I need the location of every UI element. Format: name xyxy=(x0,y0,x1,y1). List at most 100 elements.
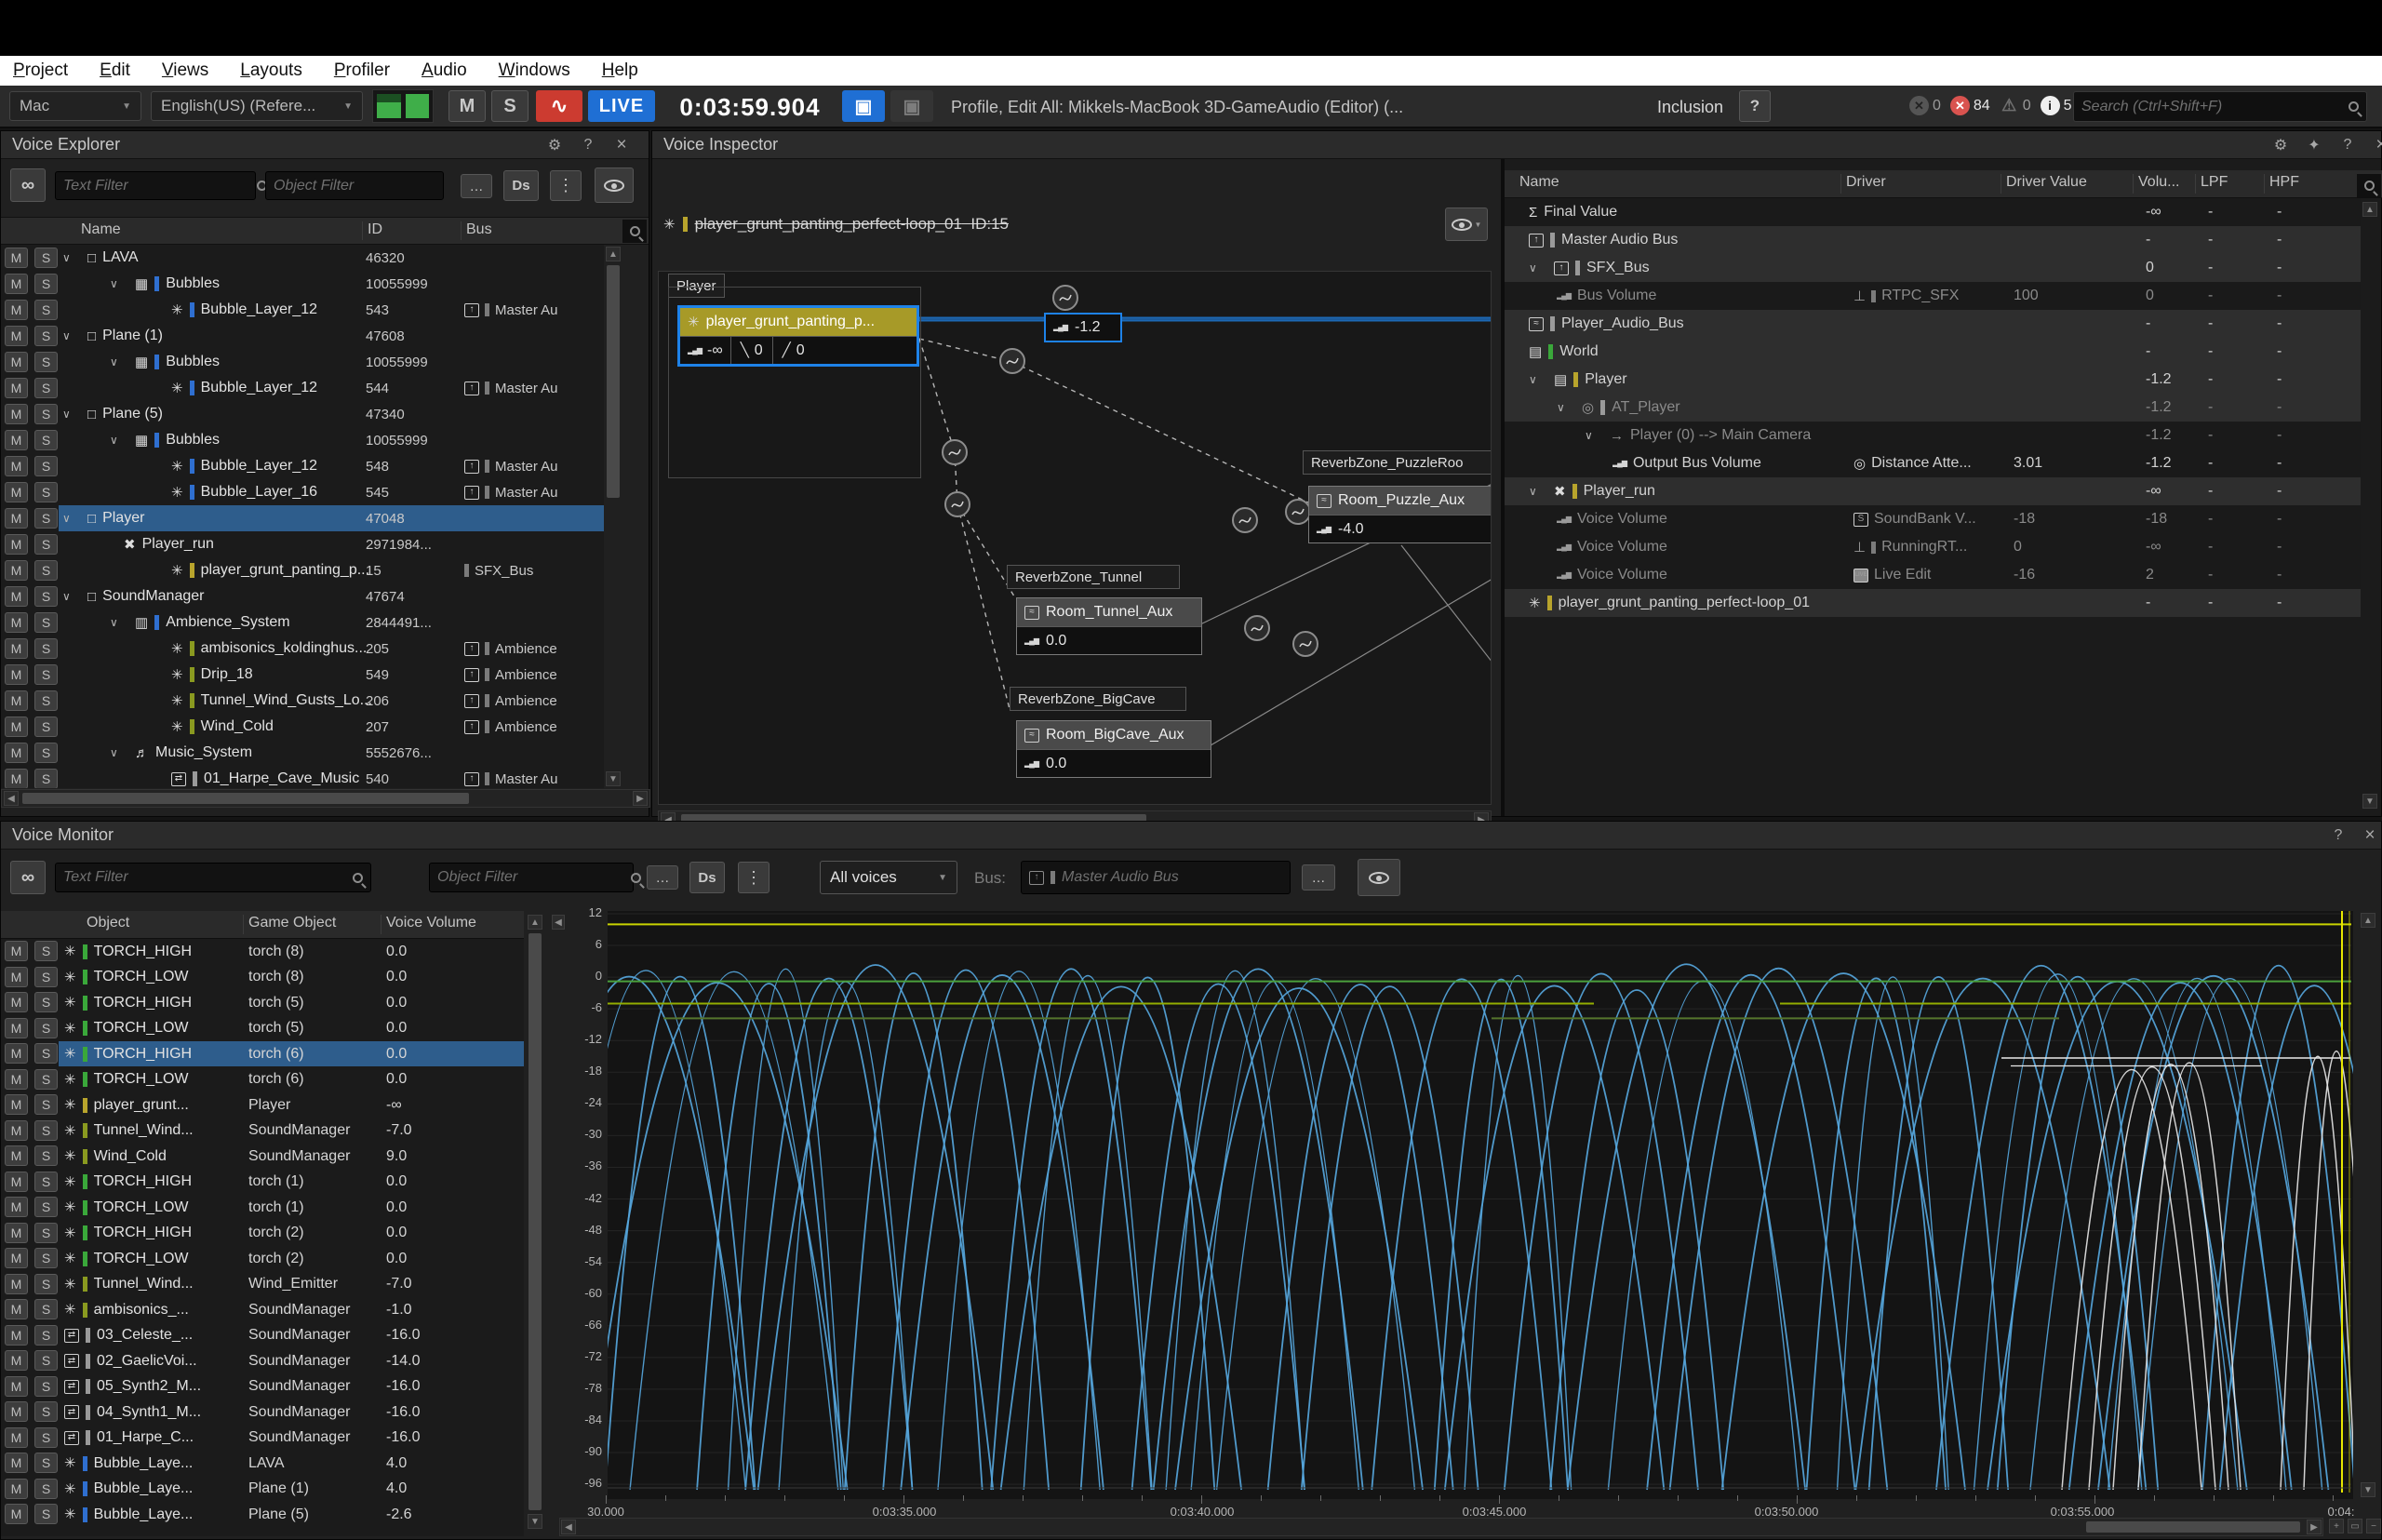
tree-row[interactable]: MS∨□Plane (5)47340 xyxy=(1,401,604,427)
scroll-down-icon[interactable]: ▼ xyxy=(2361,1482,2375,1497)
solo-button[interactable]: S xyxy=(34,1197,58,1217)
solo-button[interactable]: S xyxy=(34,456,58,476)
mute-button[interactable]: M xyxy=(5,1453,28,1473)
solo-button[interactable]: S xyxy=(34,1299,58,1319)
close-icon[interactable]: × xyxy=(2357,824,2382,847)
tree-row[interactable]: MS✳Tunnel_Wind_Gusts_Lo...206↑Ambience xyxy=(1,688,604,714)
scroll-left-icon[interactable]: ◀ xyxy=(4,791,19,806)
solo-button[interactable]: S xyxy=(34,690,58,711)
mute-button[interactable]: M xyxy=(5,1401,28,1422)
solo-button[interactable]: S xyxy=(34,1453,58,1473)
mute-button[interactable]: M xyxy=(5,1094,28,1115)
voice-row[interactable]: MS✳Bubble_Laye...Plane (5)-2.6 xyxy=(1,1502,524,1527)
chevron-down-icon[interactable]: ∨ xyxy=(1529,261,1547,275)
contribution-row[interactable]: ΣFinal Value-∞-- xyxy=(1505,198,2361,226)
master-mute-button[interactable]: M xyxy=(448,90,486,122)
contribution-row[interactable]: ∨↑SFX_Bus0-- xyxy=(1505,254,2361,282)
mute-button[interactable]: M xyxy=(5,612,28,633)
solo-button[interactable]: S xyxy=(34,1479,58,1499)
object-filter-box[interactable] xyxy=(429,863,634,892)
voice-graph-canvas[interactable]: Player✳player_grunt_panting_p...▂▄▆-∞╲0╱… xyxy=(658,271,1492,805)
voice-row[interactable]: MS⇄04_Synth1_M...SoundManager-16.0 xyxy=(1,1399,524,1425)
mute-button[interactable]: M xyxy=(5,1350,28,1371)
mute-button[interactable]: M xyxy=(5,1427,28,1448)
voice-row[interactable]: MS✳TORCH_HIGHtorch (6)0.0 xyxy=(1,1041,524,1066)
column-search-icon[interactable] xyxy=(2357,174,2381,197)
solo-button[interactable]: S xyxy=(34,1504,58,1524)
mute-button[interactable]: M xyxy=(5,1043,28,1064)
scroll-down-icon[interactable]: ▼ xyxy=(528,1514,542,1529)
mute-button[interactable]: M xyxy=(5,1274,28,1294)
tree-row[interactable]: MS✖Player_run2971984... xyxy=(1,531,604,557)
solo-button[interactable]: S xyxy=(34,1094,58,1115)
language-dropdown[interactable]: English(US) (Refere... ▼ xyxy=(151,91,363,121)
contribution-row[interactable]: ∨◎AT_Player-1.2-- xyxy=(1505,394,2361,422)
menu-item-views[interactable]: Views xyxy=(162,60,208,81)
solo-button[interactable]: S xyxy=(34,586,58,607)
voice-row[interactable]: MS✳ambisonics_...SoundManager-1.0 xyxy=(1,1297,524,1322)
more-options-button[interactable]: … xyxy=(461,174,492,198)
solo-button[interactable]: S xyxy=(34,1018,58,1038)
chevron-down-icon[interactable]: ∨ xyxy=(62,329,81,342)
scroll-right-icon[interactable]: ▶ xyxy=(633,791,648,806)
column-game-object[interactable]: Game Object xyxy=(248,915,336,931)
solo-button[interactable]: S xyxy=(34,992,58,1012)
kebab-menu-icon[interactable]: ⋮ xyxy=(550,170,582,201)
text-filter-box[interactable] xyxy=(55,863,371,892)
tree-row[interactable]: MS∨▥Ambience_System2844491... xyxy=(1,609,604,636)
solo-button[interactable]: S xyxy=(34,1350,58,1371)
menu-item-help[interactable]: Help xyxy=(602,60,638,81)
contribution-row[interactable]: ▤World--- xyxy=(1505,338,2361,366)
contribution-row[interactable]: ∨→Player (0) --> Main Camera-1.2-- xyxy=(1505,422,2361,449)
solo-button[interactable]: S xyxy=(34,1172,58,1192)
chevron-down-icon[interactable]: ∨ xyxy=(1557,401,1575,414)
mute-button[interactable]: M xyxy=(5,1504,28,1524)
mute-button[interactable]: M xyxy=(5,378,28,398)
link-icon[interactable]: ∞ xyxy=(10,168,46,202)
object-filter-input[interactable] xyxy=(274,178,467,194)
solo-button[interactable]: S xyxy=(34,1223,58,1243)
tree-row[interactable]: MS∨▦Bubbles10055999 xyxy=(1,271,604,297)
column-hpf[interactable]: HPF xyxy=(2269,174,2299,191)
mute-button[interactable]: M xyxy=(5,274,28,294)
menu-item-project[interactable]: Project xyxy=(13,60,68,81)
tree-row[interactable]: MS✳ambisonics_koldinghus...205↑Ambience xyxy=(1,636,604,662)
help-icon[interactable]: ? xyxy=(2325,824,2351,847)
eye-filter-button[interactable] xyxy=(1358,859,1400,896)
text-filter-input[interactable] xyxy=(63,869,353,886)
solo-button[interactable]: S xyxy=(34,274,58,294)
mute-button[interactable]: M xyxy=(5,769,28,788)
contribution-row[interactable]: ▂▄▆Bus Volume⊥RTPC_SFX1000-- xyxy=(1505,282,2361,310)
scroll-up-icon[interactable]: ▲ xyxy=(2362,202,2377,217)
solo-button[interactable]: S xyxy=(34,1043,58,1064)
zoom-out-icon[interactable]: − xyxy=(2366,1519,2381,1533)
mute-button[interactable]: M xyxy=(5,638,28,659)
search-input[interactable] xyxy=(2081,99,2349,115)
solo-button[interactable]: S xyxy=(34,1401,58,1422)
solo-button[interactable]: S xyxy=(34,664,58,685)
mute-button[interactable]: M xyxy=(5,586,28,607)
column-lpf[interactable]: LPF xyxy=(2201,174,2228,191)
mute-button[interactable]: M xyxy=(5,560,28,581)
voice-row[interactable]: MS✳Tunnel_Wind...Wind_Emitter-7.0 xyxy=(1,1272,524,1297)
solo-button[interactable]: S xyxy=(34,248,58,268)
solo-button[interactable]: S xyxy=(34,1325,58,1346)
mute-button[interactable]: M xyxy=(5,1299,28,1319)
horizontal-scrollbar[interactable]: ◀ ▶ xyxy=(1,789,650,808)
chevron-down-icon[interactable]: ∨ xyxy=(62,251,81,264)
text-filter-box[interactable] xyxy=(55,171,256,200)
mute-solo-defaults-button[interactable]: Ds xyxy=(503,170,539,201)
zoom-fit-icon[interactable]: ▭ xyxy=(2348,1519,2362,1533)
voice-row[interactable]: MS⇄05_Synth2_M...SoundManager-16.0 xyxy=(1,1374,524,1399)
voice-row[interactable]: MS⇄01_Harpe_C...SoundManager-16.0 xyxy=(1,1426,524,1451)
solo-button[interactable]: S xyxy=(34,378,58,398)
menu-item-edit[interactable]: Edit xyxy=(100,60,130,81)
voice-row[interactable]: MS✳Wind_ColdSoundManager9.0 xyxy=(1,1144,524,1169)
gear-icon[interactable]: ⚙ xyxy=(2268,134,2294,156)
solo-button[interactable]: S xyxy=(34,743,58,763)
menu-item-layouts[interactable]: Layouts xyxy=(240,60,302,81)
voice-row[interactable]: MS✳TORCH_LOWtorch (8)0.0 xyxy=(1,965,524,990)
mute-button[interactable]: M xyxy=(5,352,28,372)
text-filter-input[interactable] xyxy=(63,178,257,194)
solo-button[interactable]: S xyxy=(34,508,58,529)
